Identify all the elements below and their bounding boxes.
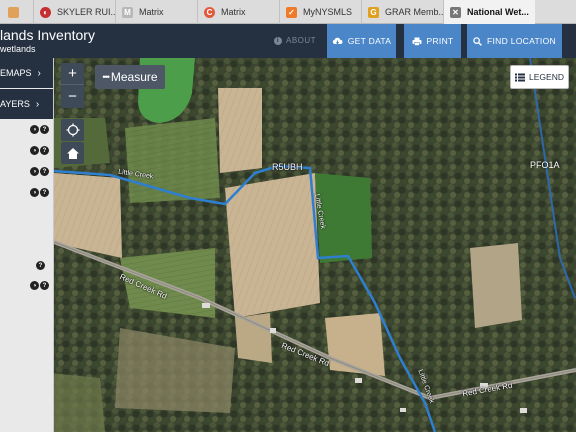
- cloud-download-icon: [332, 37, 343, 44]
- mynysmls-favicon-icon: ✓: [286, 6, 297, 18]
- layer-row-icons: ◑?: [30, 188, 49, 197]
- basemaps-toggle[interactable]: EMAPS ›: [0, 58, 53, 89]
- help-icon[interactable]: ?: [40, 167, 49, 176]
- search-icon: [473, 36, 482, 46]
- browser-tab-label: MyNYSMLS: [303, 7, 353, 17]
- get-data-button[interactable]: GET DATA: [327, 24, 396, 58]
- info-icon: i: [274, 36, 282, 45]
- chevron-right-icon: ›: [37, 67, 41, 79]
- browser-tab-skyler[interactable]: ◐ SKYLER RUI...: [34, 0, 116, 24]
- browser-tab-label: Matrix: [221, 7, 246, 17]
- measure-button[interactable]: ••• Measure: [95, 65, 165, 89]
- visibility-toggle-icon[interactable]: ◑: [30, 125, 39, 134]
- layer-row-icons: ◑?: [30, 146, 49, 155]
- building: [520, 408, 527, 413]
- find-location-label: FIND LOCATION: [487, 36, 556, 46]
- browser-tab-label: Matrix: [139, 7, 164, 17]
- layer-row-icons: ◑?: [30, 125, 49, 134]
- locate-button[interactable]: [61, 119, 84, 141]
- browser-tab-grar[interactable]: G GRAR Memb...: [362, 0, 444, 24]
- browser-tab-national-wetlands[interactable]: ✕ National Wet...: [444, 0, 535, 24]
- visibility-toggle-icon[interactable]: ◑: [30, 188, 39, 197]
- layers-toggle[interactable]: AYERS ›: [0, 89, 53, 120]
- app-subtitle: wetlands: [0, 44, 36, 54]
- house-favicon-icon: [8, 6, 19, 18]
- basemaps-label: EMAPS: [0, 68, 32, 78]
- building: [270, 328, 276, 333]
- app-title: lands Inventory: [0, 27, 95, 43]
- browser-tab-label: GRAR Memb...: [385, 7, 444, 17]
- browser-tab-0[interactable]: [0, 0, 34, 24]
- crosshair-icon: [66, 123, 79, 137]
- home-button[interactable]: [61, 142, 84, 164]
- app-header: lands Inventory wetlands i ABOUT GET DAT…: [0, 24, 576, 58]
- building: [400, 408, 406, 412]
- legend-label: LEGEND: [529, 72, 564, 82]
- map-view[interactable]: R5UBH PFO1A Little Creek Little Creek Li…: [0, 58, 576, 432]
- chevron-right-icon: ›: [35, 98, 40, 110]
- list-icon: [515, 73, 526, 81]
- browser-tab-mynysmls[interactable]: ✓ MyNYSMLS: [280, 0, 362, 24]
- grar-favicon-icon: G: [368, 6, 379, 18]
- layer-row-icons: ◑?: [30, 167, 49, 176]
- browser-tab-bar: ◐ SKYLER RUI... M Matrix C Matrix ✓ MyNY…: [0, 0, 576, 24]
- help-icon[interactable]: ?: [40, 146, 49, 155]
- get-data-label: GET DATA: [347, 36, 392, 46]
- about-label: ABOUT: [286, 36, 317, 45]
- matrix-c-favicon-icon: C: [204, 6, 215, 18]
- browser-tab-matrix-1[interactable]: M Matrix: [116, 0, 198, 24]
- browser-tab-label: SKYLER RUI...: [57, 7, 116, 17]
- ellipsis-icon: •••: [102, 72, 110, 82]
- layer-row-icons: ?: [36, 261, 45, 270]
- measure-label: Measure: [110, 70, 158, 84]
- layers-side-panel: EMAPS › AYERS › ◑? ◑? ◑? ◑? ? ◑?: [0, 58, 54, 432]
- layer-row-icons: ◑?: [30, 281, 49, 290]
- help-icon[interactable]: ?: [40, 281, 49, 290]
- visibility-toggle-icon[interactable]: ◑: [30, 146, 39, 155]
- print-label: PRINT: [426, 36, 454, 46]
- building: [202, 303, 210, 308]
- find-location-button[interactable]: FIND LOCATION: [467, 24, 562, 58]
- browser-tab-matrix-2[interactable]: C Matrix: [198, 0, 280, 24]
- about-button[interactable]: i ABOUT: [274, 36, 316, 45]
- visibility-toggle-icon[interactable]: ◑: [30, 281, 39, 290]
- skyler-favicon-icon: ◐: [40, 6, 51, 18]
- help-icon[interactable]: ?: [40, 188, 49, 197]
- building: [355, 378, 362, 383]
- matrix-m-favicon-icon: M: [122, 6, 133, 18]
- wetland-label-rsubh: R5UBH: [272, 162, 303, 172]
- legend-button[interactable]: LEGEND: [510, 65, 569, 89]
- wetland-label-pfo1a: PFO1A: [530, 160, 560, 170]
- print-button[interactable]: PRINT: [404, 24, 461, 58]
- zoom-out-button[interactable]: −: [61, 85, 84, 107]
- satellite-imagery: [0, 58, 576, 432]
- help-icon[interactable]: ?: [40, 125, 49, 134]
- printer-icon: [412, 37, 421, 46]
- home-icon: [66, 147, 79, 159]
- national-wetlands-favicon-icon: ✕: [450, 6, 461, 18]
- zoom-control: + −: [61, 63, 84, 108]
- browser-tab-label: National Wet...: [467, 7, 529, 17]
- layers-label: AYERS: [0, 99, 30, 109]
- zoom-in-button[interactable]: +: [61, 63, 84, 85]
- visibility-toggle-icon[interactable]: ◑: [30, 167, 39, 176]
- help-icon[interactable]: ?: [36, 261, 45, 270]
